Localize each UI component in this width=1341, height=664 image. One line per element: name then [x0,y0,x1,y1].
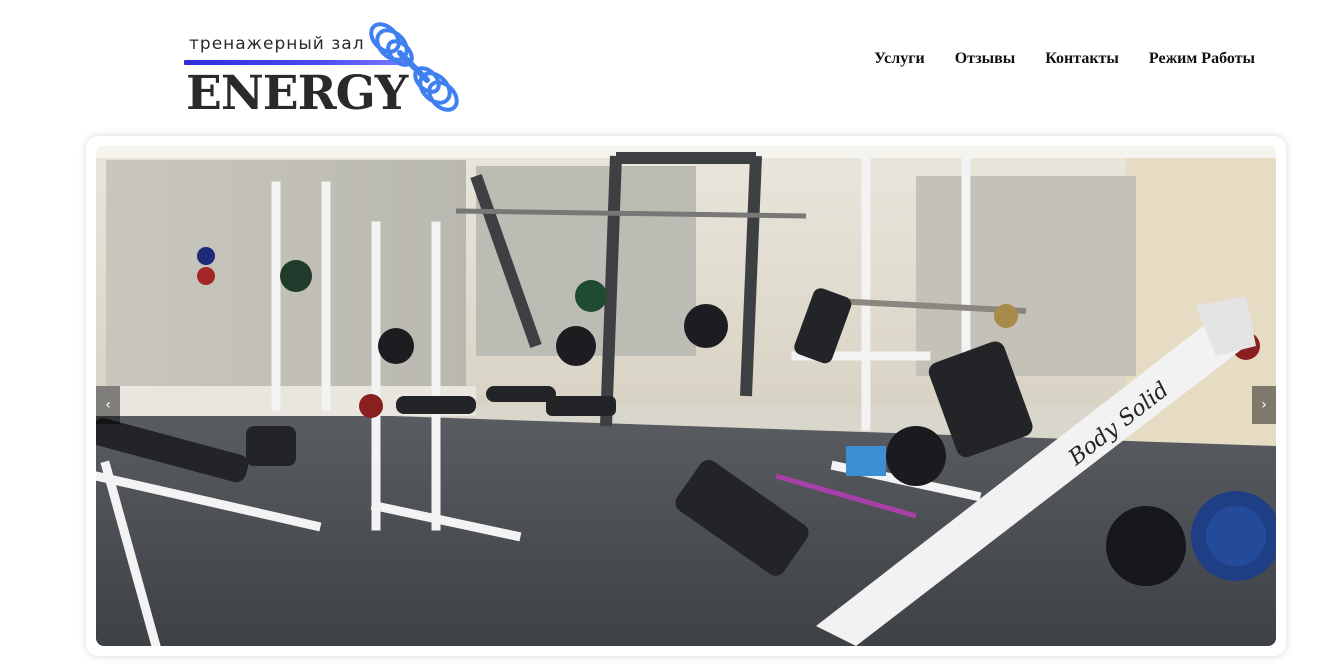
gym-interior-photo: Body Solid [96,146,1276,646]
main-nav: Услуги Отзывы Контакты Режим Работы [874,50,1255,68]
slider-prev-button[interactable]: ‹ [96,386,120,424]
page: тренажерный зал ENERGY Услуги Отзывы Кон… [0,0,1341,664]
image-slider: Body Solid ‹ › [86,136,1286,656]
logo[interactable]: тренажерный зал ENERGY [180,18,465,126]
site-header: тренажерный зал ENERGY Услуги Отзывы Кон… [0,0,1341,130]
dumbbell-icon [369,22,459,112]
logo-subtitle: тренажерный зал [189,34,365,54]
slide-gym-photo: Body Solid ‹ › [96,146,1276,646]
slider-next-button[interactable]: › [1252,386,1276,424]
nav-item-contacts[interactable]: Контакты [1045,50,1119,68]
nav-item-schedule[interactable]: Режим Работы [1149,50,1255,68]
nav-item-services[interactable]: Услуги [874,50,925,68]
nav-item-reviews[interactable]: Отзывы [955,50,1016,68]
